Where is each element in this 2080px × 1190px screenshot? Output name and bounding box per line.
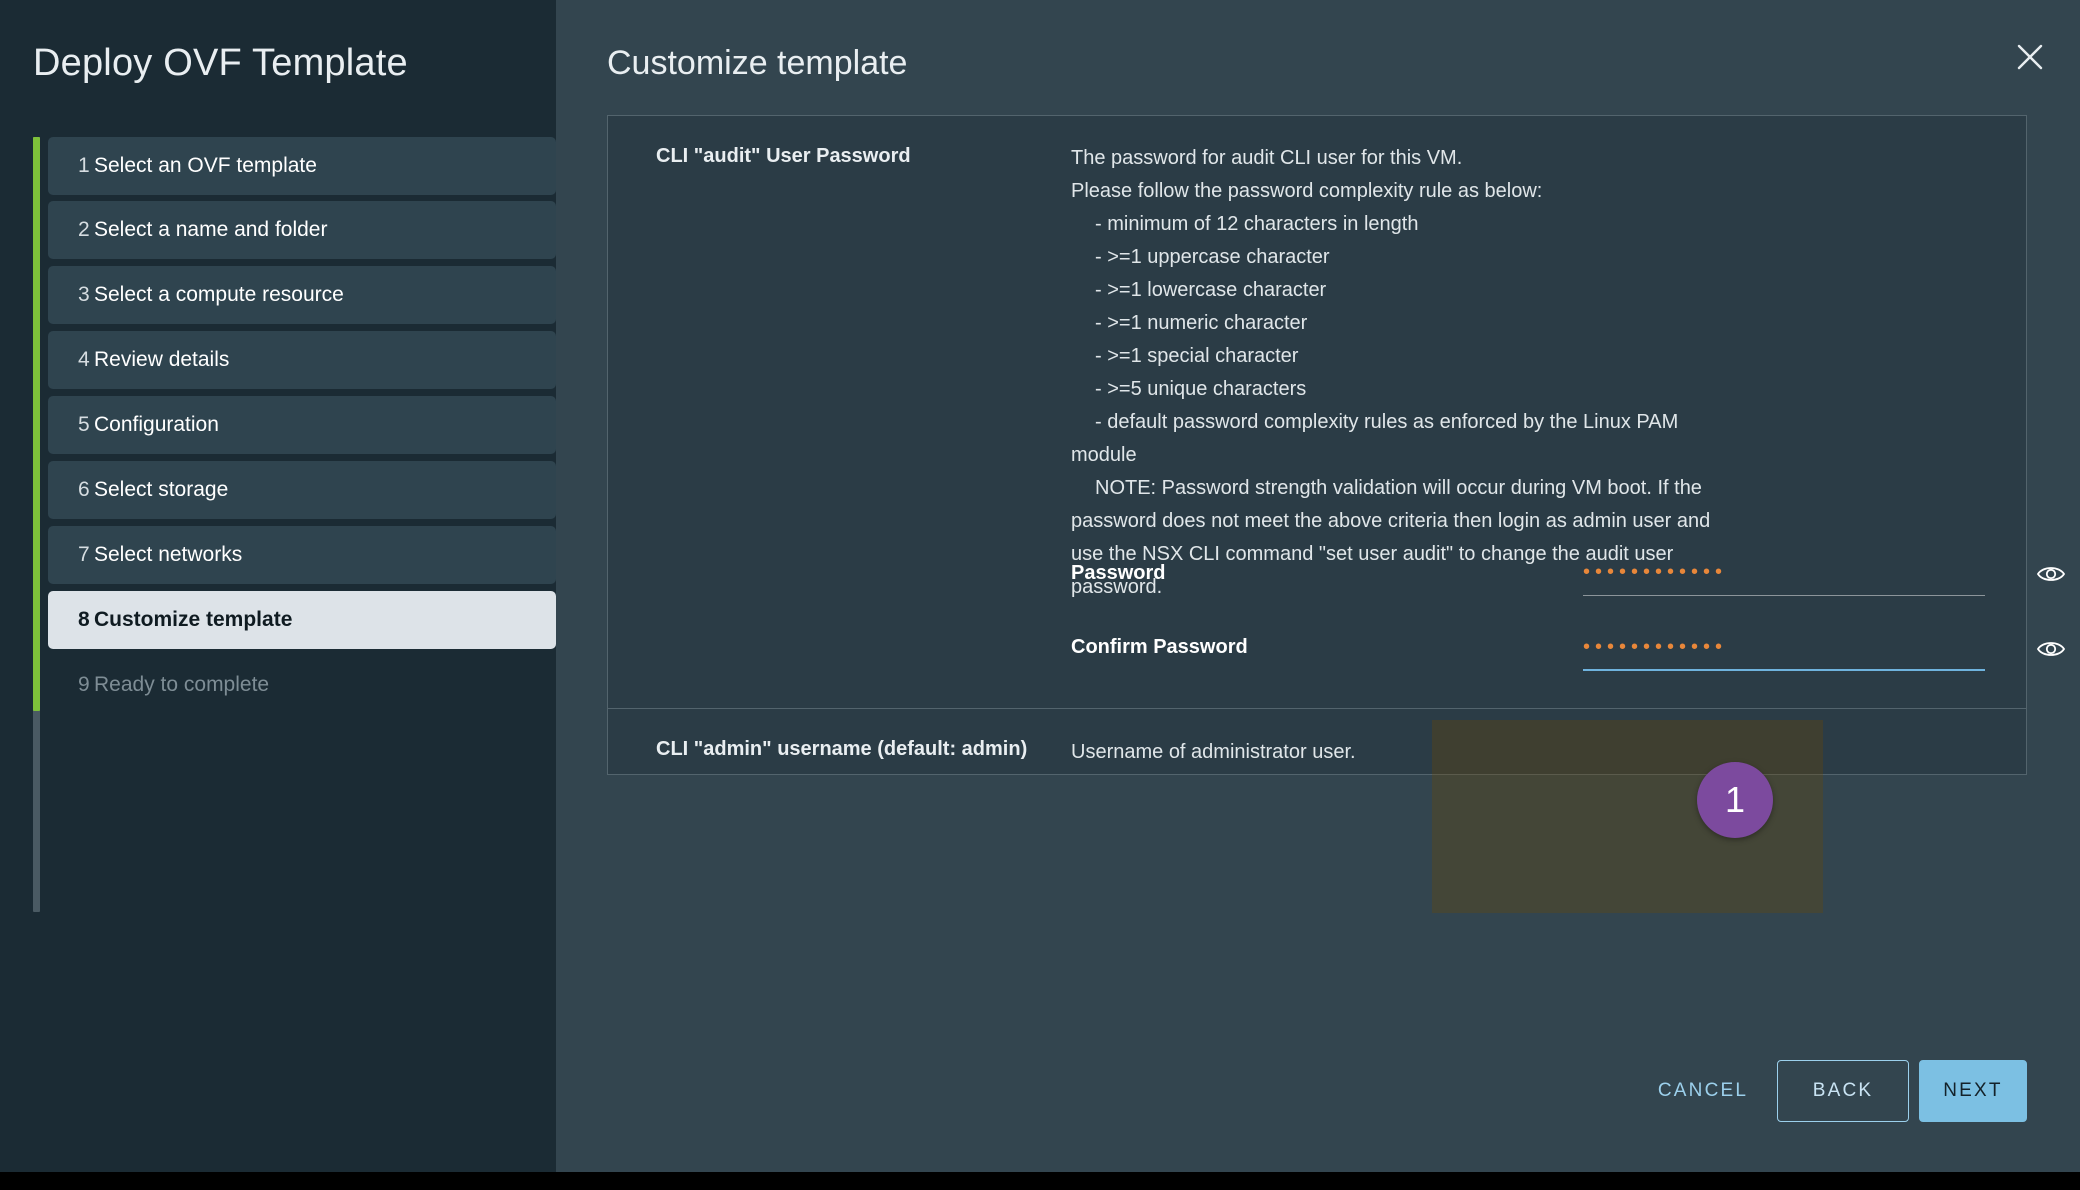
wizard-progress-fill — [33, 137, 40, 711]
next-button[interactable]: NEXT — [1919, 1060, 2027, 1122]
desc-line: The password for audit CLI user for this… — [1071, 147, 1463, 169]
highlight-badge: 1 — [1697, 762, 1773, 838]
property-label: CLI "admin" username (default: admin) — [656, 738, 1028, 760]
eye-icon — [2036, 564, 2066, 589]
property-description: The password for audit CLI user for this… — [1071, 142, 1711, 604]
template-properties-card: CLI "audit" User Password The password f… — [607, 115, 2066, 775]
sidebar-item-ready-to-complete: 9 Ready to complete — [48, 656, 556, 714]
sidebar-item-select-a-compute-resource[interactable]: 3 Select a compute resource — [48, 266, 556, 324]
cancel-button[interactable]: CANCEL — [1633, 1060, 1773, 1122]
desc-line: - >=5 unique characters — [1095, 378, 1307, 400]
desc-line: - >=1 uppercase character — [1095, 246, 1330, 268]
step-number: 6 — [78, 478, 90, 501]
wizard-title: Deploy OVF Template — [33, 42, 408, 84]
wizard-sidebar: Deploy OVF Template 1 Select an OVF temp… — [0, 0, 556, 1172]
sidebar-item-select-networks[interactable]: 7 Select networks — [48, 526, 556, 584]
property-description: Username of administrator user. — [1071, 741, 1356, 763]
desc-line: - >=1 special character — [1095, 345, 1299, 367]
close-icon — [2015, 42, 2045, 72]
desc-line: - >=1 lowercase character — [1095, 279, 1327, 301]
sidebar-item-configuration[interactable]: 5 Configuration — [48, 396, 556, 454]
step-number: 7 — [78, 543, 90, 566]
confirm-password-reveal-button[interactable] — [2033, 635, 2069, 667]
desc-line: - >=1 numeric character — [1095, 312, 1308, 334]
sidebar-item-select-storage[interactable]: 6 Select storage — [48, 461, 556, 519]
main-panel: Customize template CLI "audit" User Pass… — [556, 0, 2080, 1172]
step-number: 1 — [78, 154, 90, 177]
bottom-black-bar — [0, 1172, 2080, 1190]
confirm-password-field-label: Confirm Password — [1071, 636, 1248, 658]
password-input[interactable] — [1583, 554, 1985, 596]
row-separator — [608, 708, 2026, 709]
password-reveal-button[interactable] — [2033, 560, 2069, 592]
step-number: 4 — [78, 348, 90, 371]
close-button[interactable] — [2006, 33, 2054, 81]
sidebar-item-select-a-name-and-folder[interactable]: 2 Select a name and folder — [48, 201, 556, 259]
step-label: Configuration — [94, 413, 219, 436]
step-number: 8 — [78, 608, 90, 631]
step-label: Select networks — [94, 543, 243, 566]
desc-line: - minimum of 12 characters in length — [1095, 213, 1419, 235]
step-label: Select an OVF template — [94, 154, 317, 177]
step-label: Customize template — [94, 608, 293, 631]
page-title: Customize template — [607, 44, 908, 82]
step-label: Select storage — [94, 478, 229, 501]
sidebar-item-customize-template[interactable]: 8 Customize template — [48, 591, 556, 649]
password-field-label: Password — [1071, 562, 1166, 584]
step-number: 9 — [78, 673, 90, 696]
step-label: Ready to complete — [94, 673, 270, 696]
back-button[interactable]: BACK — [1777, 1060, 1909, 1122]
step-label: Review details — [94, 348, 230, 371]
step-number: 3 — [78, 283, 90, 306]
property-label: CLI "audit" User Password — [656, 145, 911, 167]
step-label: Select a compute resource — [94, 283, 344, 306]
desc-line: Please follow the password complexity ru… — [1071, 180, 1543, 202]
wizard-footer: CANCEL BACK NEXT — [607, 1060, 2027, 1130]
confirm-password-input[interactable] — [1583, 629, 1985, 671]
eye-icon — [2036, 639, 2066, 664]
sidebar-item-select-an-ovf-template[interactable]: 1 Select an OVF template — [48, 137, 556, 195]
desc-line: - default password complexity rules as e… — [1071, 411, 1679, 466]
step-label: Select a name and folder — [94, 218, 328, 241]
deploy-ovf-wizard-window: Deploy OVF Template 1 Select an OVF temp… — [0, 0, 2080, 1190]
sidebar-item-review-details[interactable]: 4 Review details — [48, 331, 556, 389]
step-number: 5 — [78, 413, 90, 436]
step-number: 2 — [78, 218, 90, 241]
